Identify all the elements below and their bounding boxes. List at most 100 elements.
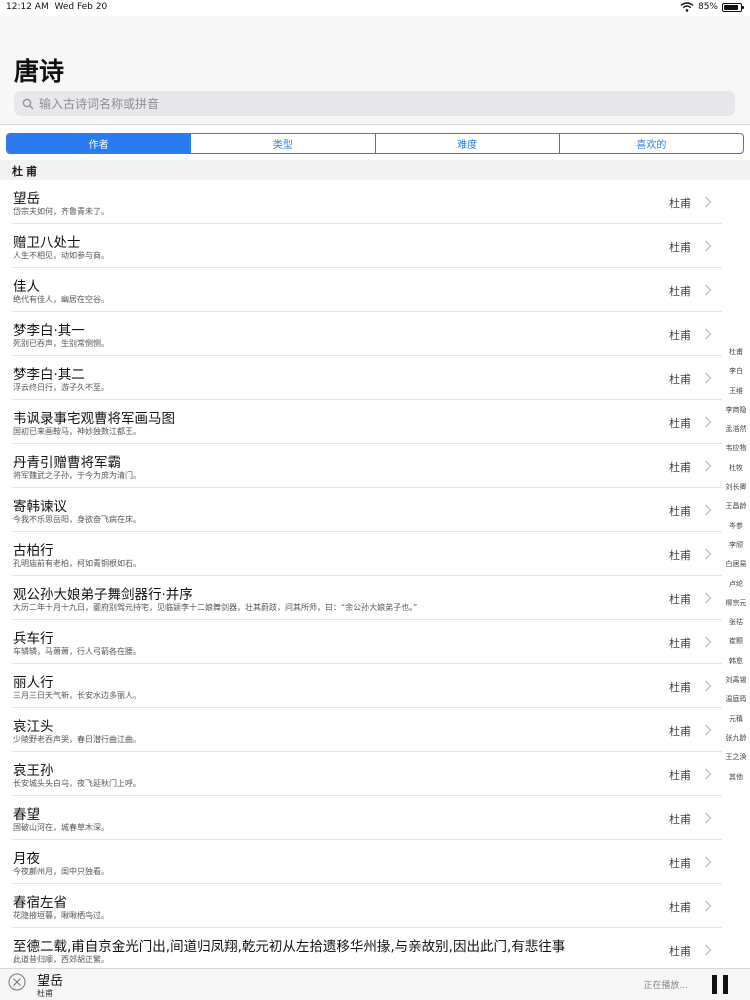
poem-title: 兵车行 [13,631,54,647]
list-item[interactable]: 丽人行 三月三日天气新，长安水边多丽人。 杜甫 [0,664,722,708]
index-item[interactable]: 韩愈 [722,652,750,671]
poem-first-line: 大历二年十月十九日，夔府别驾元持宅，见临颍李十二娘舞剑器，壮其蔚跂，问其所师，曰… [13,603,418,612]
poem-title: 哀王孙 [13,763,54,779]
pause-icon[interactable] [712,975,728,994]
list-item[interactable]: 春宿左省 花隐掖垣暮，啾啾栖鸟过。 杜甫 [0,884,722,928]
tab-0[interactable]: 作者 [7,134,192,153]
index-item[interactable]: 刘禹锡 [722,671,750,690]
poem-author: 杜甫 [669,373,691,386]
tab-1[interactable]: 类型 [191,134,376,153]
index-item[interactable]: 杜甫 [722,343,750,362]
chevron-right-icon [705,196,712,208]
index-item[interactable]: 岑参 [722,517,750,536]
poem-first-line: 绝代有佳人，幽居在空谷。 [13,295,109,304]
list-item[interactable]: 哀王孙 长安城头头白乌，夜飞延秋门上呼。 杜甫 [0,752,722,796]
list-item[interactable]: 寄韩谏议 今我不乐思岳阳，身欲奋飞病在床。 杜甫 [0,488,722,532]
index-item[interactable]: 孟浩然 [722,420,750,439]
index-item[interactable]: 张祜 [722,613,750,632]
index-item[interactable]: 卢纶 [722,575,750,594]
page-title: 唐诗 [14,57,65,86]
poem-author: 杜甫 [669,813,691,826]
poem-first-line: 岱宗夫如何，齐鲁青未了。 [13,207,109,216]
index-item[interactable]: 崔颢 [722,632,750,651]
list-item[interactable]: 至德二载,甫自京金光门出,间道归凤翔,乾元初从左拾遗移华州掾,与亲故别,因出此门… [0,928,722,968]
list-item[interactable]: 古柏行 孔明庙前有老柏，柯如青铜根如石。 杜甫 [0,532,722,576]
nav-header: 唐诗 [0,16,750,124]
list-item[interactable]: 赠卫八处士 人生不相见，动如参与商。 杜甫 [0,224,722,268]
poem-first-line: 今我不乐思岳阳，身欲奋飞病在床。 [13,515,141,524]
list-item[interactable]: 哀江头 少陵野老吞声哭，春日潜行曲江曲。 杜甫 [0,708,722,752]
index-item[interactable]: 王维 [722,382,750,401]
playback-status: 正在播放... [643,981,688,991]
chevron-right-icon [705,328,712,340]
status-clock: 12:12 AM [6,2,49,12]
chevron-right-icon [705,636,712,648]
index-item[interactable]: 白居易 [722,555,750,574]
list-item[interactable]: 月夜 今夜鄜州月，闺中只独看。 杜甫 [0,840,722,884]
poem-author: 杜甫 [669,725,691,738]
chevron-right-icon [705,416,712,428]
list-item[interactable]: 望岳 岱宗夫如何，齐鲁青未了。 杜甫 [0,180,722,224]
section-index[interactable]: 杜甫 李白 王维 李商隐 孟浩然 韦应物 杜牧 刘长卿 王昌龄 岑参 李颀 白居易 卢纶 柳宗元 张祜 崔颢韩… [722,343,750,787]
poem-first-line: 少陵野老吞声哭，春日潜行曲江曲。 [13,735,141,744]
poem-author: 杜甫 [669,285,691,298]
index-item[interactable]: 王之涣 [722,748,750,767]
tab-3[interactable]: 喜欢的 [560,134,743,153]
index-item[interactable]: 李商隐 [722,401,750,420]
poem-title: 望岳 [13,191,40,207]
list-item[interactable]: 佳人 绝代有佳人，幽居在空谷。 杜甫 [0,268,722,312]
chevron-right-icon [705,680,712,692]
index-item[interactable]: 李白 [722,362,750,381]
poem-title: 至德二载,甫自京金光门出,间道归凤翔,乾元初从左拾遗移华州掾,与亲故别,因出此门… [13,939,566,955]
search-input[interactable] [39,96,699,111]
battery-icon [722,2,744,12]
status-time: 12:12 AM Wed Feb 20 [6,2,107,12]
chevron-right-icon [705,284,712,296]
chevron-right-icon [705,812,712,824]
list-item[interactable]: 观公孙大娘弟子舞剑器行·并序 大历二年十月十九日，夔府别驾元持宅，见临颍李十二娘舞… [0,576,722,620]
poem-author: 杜甫 [669,329,691,342]
index-item[interactable]: 李颀 [722,536,750,555]
poem-first-line: 此道昔归顺，西郊胡正繁。 [13,955,109,964]
poem-title: 月夜 [13,851,40,867]
poem-author: 杜甫 [669,417,691,430]
list-item[interactable]: 梦李白·其一 死别已吞声，生别常恻恻。 杜甫 [0,312,722,356]
poem-first-line: 长安城头头白乌，夜飞延秋门上呼。 [13,779,141,788]
poem-title: 观公孙大娘弟子舞剑器行·并序 [13,587,193,603]
poem-first-line: 三月三日天气新，长安水边多丽人。 [13,691,141,700]
poem-list[interactable]: 望岳 岱宗夫如何，齐鲁青未了。 杜甫 赠卫八处士 人生不相见，动如参与商。 杜甫 佳人 绝代有… [0,180,722,968]
list-item[interactable]: 兵车行 车辚辚，马萧萧，行人弓箭各在腰。 杜甫 [0,620,722,664]
tab-2[interactable]: 难度 [376,134,560,153]
index-item[interactable]: 韦应物 [722,439,750,458]
battery-fill [724,4,738,10]
index-item[interactable]: 温庭筠 [722,690,750,709]
status-date: Wed Feb 20 [54,2,108,12]
poem-author: 杜甫 [669,857,691,870]
index-item[interactable]: 杜牧 [722,459,750,478]
index-item[interactable]: 柳宗元 [722,594,750,613]
index-item[interactable]: 王昌龄 [722,497,750,516]
index-item[interactable]: 元稹 [722,710,750,729]
poem-author: 杜甫 [669,681,691,694]
now-playing-title: 望岳 [37,974,64,989]
chevron-right-icon [705,240,712,252]
list-item[interactable]: 梦李白·其二 浮云终日行，游子久不至。 杜甫 [0,356,722,400]
poem-author: 杜甫 [669,461,691,474]
poem-title: 哀江头 [13,719,54,735]
search-bar[interactable] [14,91,735,116]
chevron-right-icon [705,548,712,560]
wifi-icon [680,2,694,12]
poem-first-line: 今夜鄜州月，闺中只独看。 [13,867,109,876]
list-item[interactable]: 韦讽录事宅观曹将军画马图 国初已来画鞍马，神妙独数江都王。 杜甫 [0,400,722,444]
close-icon[interactable] [8,973,26,991]
list-item[interactable]: 春望 国破山河在，城春草木深。 杜甫 [0,796,722,840]
chevron-right-icon [705,592,712,604]
status-right: 85% [680,2,744,12]
poem-first-line: 车辚辚，马萧萧，行人弓箭各在腰。 [13,647,141,656]
poem-author: 杜甫 [669,637,691,650]
poem-first-line: 国初已来画鞍马，神妙独数江都王。 [13,427,141,436]
list-item[interactable]: 丹青引赠曹将军霸 将军魏武之子孙，于今为庶为清门。 杜甫 [0,444,722,488]
index-item[interactable]: 刘长卿 [722,478,750,497]
index-item[interactable]: 张九龄 [722,729,750,748]
index-item[interactable]: 其他 [722,768,750,787]
